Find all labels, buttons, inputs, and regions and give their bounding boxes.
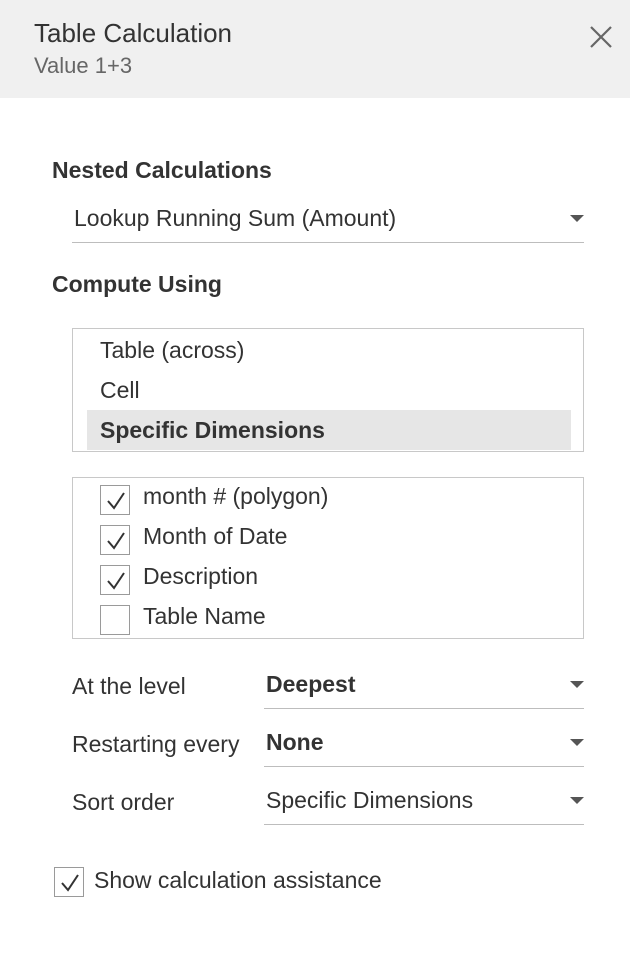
- restarting-every-dropdown[interactable]: None: [264, 729, 584, 767]
- checkbox[interactable]: [100, 605, 130, 635]
- checkmark-icon: [61, 874, 79, 892]
- checkbox[interactable]: [100, 485, 130, 515]
- dialog-title: Table Calculation: [34, 18, 233, 48]
- at-the-level-label: At the level: [72, 673, 186, 699]
- dimensions-checklist: month # (polygon) Month of Date Descript…: [72, 477, 584, 639]
- dimension-item-month-polygon[interactable]: month # (polygon): [100, 483, 570, 515]
- at-the-level-value: Deepest: [266, 671, 356, 697]
- dimension-label: month # (polygon): [143, 483, 329, 509]
- nested-calculations-heading: Nested Calculations: [52, 157, 272, 183]
- chevron-down-icon: [570, 681, 584, 688]
- sort-order-label: Sort order: [72, 789, 175, 815]
- sort-order-value: Specific Dimensions: [266, 787, 474, 813]
- checkbox[interactable]: [100, 565, 130, 595]
- checkbox[interactable]: [100, 525, 130, 555]
- checkmark-icon: [107, 492, 125, 510]
- dimension-label: Table Name: [143, 603, 266, 629]
- at-the-level-dropdown[interactable]: Deepest: [264, 671, 584, 709]
- restarting-every-value: None: [266, 729, 324, 755]
- dimension-item-month-of-date[interactable]: Month of Date: [100, 523, 570, 555]
- checkmark-icon: [107, 532, 125, 550]
- dimension-label: Description: [143, 563, 259, 589]
- restarting-every-label: Restarting every: [72, 731, 240, 757]
- nested-calculations-dropdown[interactable]: Lookup Running Sum (Amount): [72, 205, 584, 243]
- checkmark-icon: [107, 572, 125, 590]
- close-icon: [590, 26, 612, 48]
- chevron-down-icon: [570, 739, 584, 746]
- dialog-subtitle: Value 1+3: [34, 53, 133, 78]
- compute-using-heading: Compute Using: [52, 271, 222, 297]
- sort-order-dropdown[interactable]: Specific Dimensions: [264, 787, 584, 825]
- compute-option-specific-dimensions[interactable]: Specific Dimensions: [87, 410, 571, 450]
- chevron-down-icon: [570, 215, 584, 222]
- checkbox[interactable]: [54, 867, 84, 897]
- compute-option-cell[interactable]: Cell: [87, 370, 571, 410]
- close-button[interactable]: [584, 20, 618, 54]
- nested-calculations-value: Lookup Running Sum (Amount): [74, 205, 397, 231]
- dimension-item-description[interactable]: Description: [100, 563, 570, 595]
- chevron-down-icon: [570, 797, 584, 804]
- dialog-header: Table Calculation Value 1+3: [0, 0, 630, 98]
- dimension-label: Month of Date: [143, 523, 288, 549]
- show-calculation-assistance-label: Show calculation assistance: [94, 867, 382, 893]
- dimension-item-table-name[interactable]: Table Name: [100, 603, 570, 635]
- show-calculation-assistance[interactable]: Show calculation assistance: [54, 867, 454, 899]
- compute-using-list[interactable]: Table (across) Cell Specific Dimensions: [72, 328, 584, 452]
- compute-option-table-across[interactable]: Table (across): [87, 330, 571, 370]
